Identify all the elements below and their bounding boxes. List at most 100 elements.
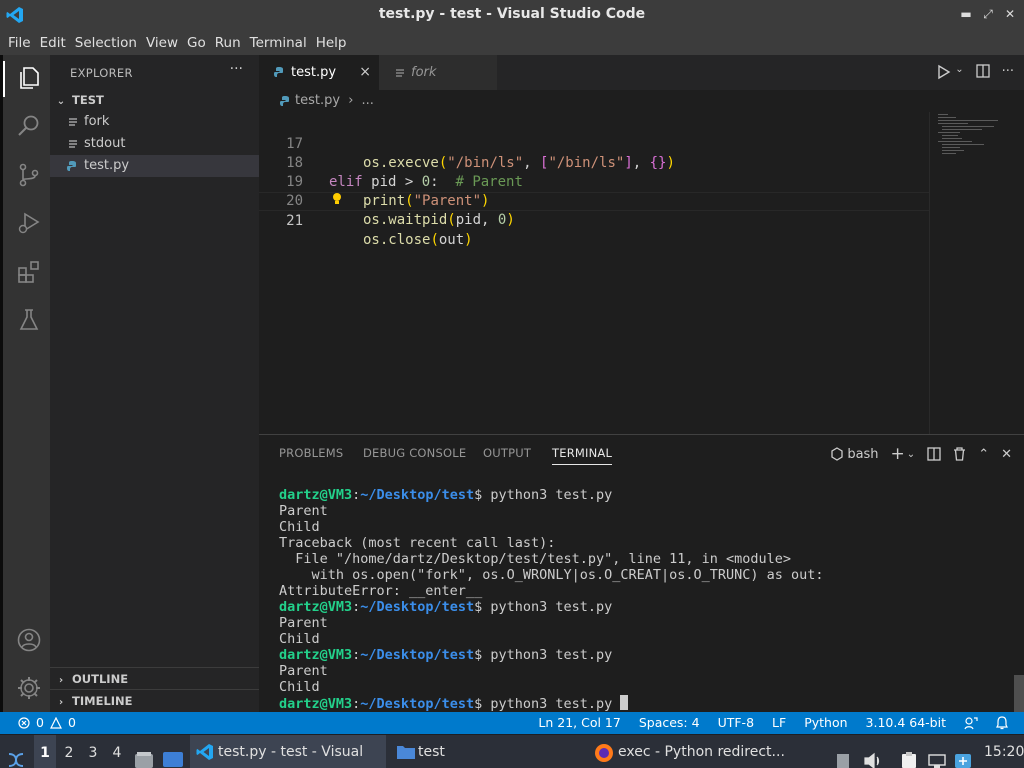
python-icon: [274, 67, 283, 77]
terminal-line: Parent: [279, 503, 328, 519]
tab-problems[interactable]: PROBLEMS: [279, 446, 343, 460]
close-panel-icon[interactable]: ✕: [1001, 447, 1012, 462]
explorer-files-icon[interactable]: [16, 65, 42, 91]
trash-icon[interactable]: [953, 447, 966, 461]
more-actions-icon[interactable]: ···: [1002, 64, 1014, 80]
update-icon[interactable]: [954, 744, 972, 768]
terminal-line: dartz@VM3:~/Desktop/test$ python3 test.p…: [279, 647, 613, 663]
source-control-icon[interactable]: [16, 162, 42, 188]
clipboard-manager-icon[interactable]: [836, 744, 850, 768]
minimap-preview: [938, 114, 998, 154]
task-firefox[interactable]: exec - Python redirect...: [592, 735, 788, 768]
breadcrumb-file[interactable]: test.py: [295, 93, 340, 108]
terminal-output[interactable]: dartz@VM3:~/Desktop/test$ python3 test.p…: [279, 487, 1009, 712]
python-icon: [67, 161, 76, 171]
line-ending[interactable]: LF: [772, 712, 786, 734]
task-label: exec - Python redirect...: [618, 744, 785, 760]
task-folder-test[interactable]: test: [392, 735, 512, 768]
problems-status[interactable]: 0 0: [18, 712, 76, 734]
menu-help[interactable]: Help: [312, 35, 351, 51]
error-count: 0: [36, 715, 44, 730]
terminal-line: dartz@VM3:~/Desktop/test$ python3 test.p…: [279, 695, 1009, 712]
testing-flask-icon[interactable]: [16, 307, 42, 333]
minimap[interactable]: [929, 112, 1024, 434]
file-test-py[interactable]: test.py: [50, 155, 259, 177]
code-line-17: 17 os.execve("/bin/ls", ["/bin/ls"], {}): [259, 116, 929, 171]
clock[interactable]: 15:20: [984, 735, 1024, 768]
split-editor-icon[interactable]: [975, 64, 990, 78]
account-icon[interactable]: [16, 627, 42, 653]
language-mode[interactable]: Python: [804, 712, 847, 734]
tab-test-py[interactable]: test.py ×: [259, 55, 379, 90]
close-tab-icon[interactable]: ×: [359, 55, 371, 90]
workspace-2[interactable]: 2: [58, 735, 80, 768]
breadcrumb-rest[interactable]: ...: [362, 93, 374, 108]
breadcrumb: test.py › ...: [259, 90, 1024, 112]
terminal-line: File "/home/dartz/Desktop/test/test.py",…: [279, 551, 792, 567]
run-debug-icon[interactable]: [16, 210, 42, 236]
workspace-4[interactable]: 4: [106, 735, 128, 768]
python-interpreter[interactable]: 3.10.4 64-bit: [866, 712, 946, 734]
terminal-line: Traceback (most recent call last):: [279, 535, 556, 551]
clipboard-icon[interactable]: [900, 743, 918, 768]
code-editor[interactable]: 17 os.execve("/bin/ls", ["/bin/ls"], {})…: [259, 112, 929, 434]
terminal-scrollbar[interactable]: [1014, 675, 1024, 713]
lightbulb-icon[interactable]: [331, 192, 343, 206]
chevron-down-icon[interactable]: ⌄: [955, 64, 963, 80]
terminal-shell-name[interactable]: bash: [847, 447, 878, 462]
indentation[interactable]: Spaces: 4: [639, 712, 700, 734]
chevron-down-icon[interactable]: ⌄: [907, 449, 915, 460]
explorer-header: EXPLORER: [70, 66, 133, 80]
close-window-icon[interactable]: ✕: [1004, 7, 1016, 21]
minimize-icon[interactable]: ▬: [960, 7, 972, 21]
workspace-3[interactable]: 3: [82, 735, 104, 768]
file-manager-icon[interactable]: [134, 743, 154, 768]
search-icon[interactable]: [16, 113, 42, 139]
maximize-panel-icon[interactable]: ⌃: [978, 447, 989, 462]
file-stdout[interactable]: stdout: [50, 133, 259, 155]
volume-icon[interactable]: [864, 744, 882, 768]
workspace-1[interactable]: 1: [34, 735, 56, 768]
timeline-section[interactable]: › TIMELINE: [50, 689, 259, 711]
task-vscode[interactable]: test.py - test - Visual S...: [190, 735, 386, 768]
active-indicator: [3, 61, 5, 97]
extensions-icon[interactable]: [16, 259, 42, 285]
encoding[interactable]: UTF-8: [718, 712, 754, 734]
code-token: os.waitpid: [363, 212, 448, 228]
chevron-down-icon: ⌄: [56, 96, 66, 107]
settings-gear-icon[interactable]: [16, 675, 42, 701]
menu-go[interactable]: Go: [183, 35, 210, 51]
outline-section[interactable]: › OUTLINE: [50, 667, 259, 689]
lines-icon: [396, 69, 404, 77]
network-icon[interactable]: [928, 744, 946, 768]
terminal-shell-icon: [831, 447, 843, 461]
folder-test[interactable]: ⌄ TEST: [50, 89, 259, 111]
split-terminal-icon[interactable]: [927, 447, 941, 461]
restore-icon[interactable]: ⤢: [982, 7, 994, 21]
file-fork[interactable]: fork: [50, 111, 259, 133]
file-label: stdout: [84, 136, 126, 151]
warning-icon: [49, 717, 62, 729]
terminal-line: Child: [279, 679, 320, 695]
menu-view[interactable]: View: [142, 35, 182, 51]
run-play-icon[interactable]: [937, 64, 951, 80]
file-label: fork: [84, 114, 110, 129]
notifications-bell-icon[interactable]: [996, 716, 1008, 730]
terminal-line: dartz@VM3:~/Desktop/test$ python3 test.p…: [279, 487, 613, 503]
cursor-position[interactable]: Ln 21, Col 17: [538, 712, 620, 734]
tab-output[interactable]: OUTPUT: [483, 446, 531, 460]
menu-run[interactable]: Run: [211, 35, 245, 51]
menu-selection[interactable]: Selection: [71, 35, 141, 51]
start-menu-icon[interactable]: [6, 743, 26, 768]
editor-tabs: test.py × fork ⌄ ···: [259, 55, 1024, 90]
tab-debug-console[interactable]: DEBUG CONSOLE: [363, 446, 466, 460]
more-actions-icon[interactable]: ···: [230, 61, 243, 77]
new-terminal-icon[interactable]: +: [891, 444, 905, 464]
show-desktop-icon[interactable]: [162, 743, 184, 768]
menu-edit[interactable]: Edit: [36, 35, 70, 51]
menu-terminal[interactable]: Terminal: [246, 35, 311, 51]
feedback-icon[interactable]: [964, 716, 978, 730]
menu-file[interactable]: File: [4, 35, 35, 51]
tab-terminal[interactable]: TERMINAL: [552, 446, 613, 465]
tab-fork[interactable]: fork: [379, 55, 497, 90]
